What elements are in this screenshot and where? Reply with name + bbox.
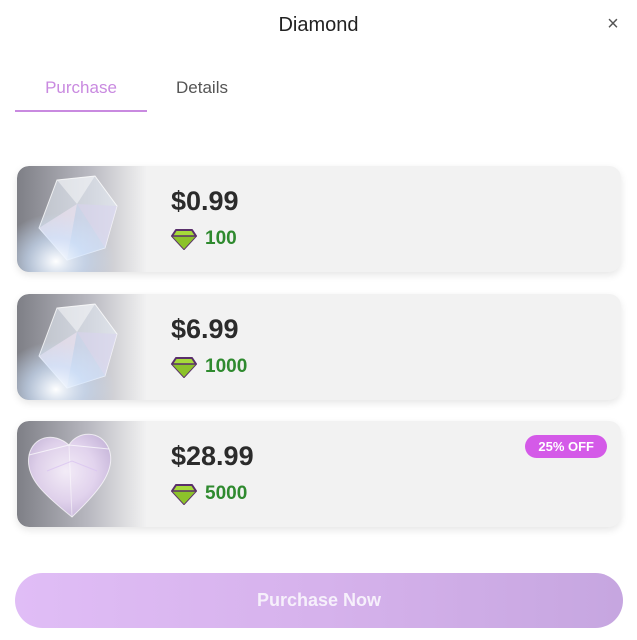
offer-amount-row: 1000 — [171, 354, 247, 380]
close-icon[interactable]: × — [603, 12, 623, 36]
offer-amount: 5000 — [205, 483, 248, 504]
offer-amount-row: 100 — [171, 226, 237, 252]
diamond-icon — [171, 229, 197, 250]
offer-amount-row: 5000 — [171, 481, 247, 507]
diamond-modal: Diamond × Purchase Details $0.99 100 $6.… — [0, 0, 637, 640]
diamond-icon — [171, 357, 197, 378]
crystal-gem-image — [17, 294, 147, 400]
tab-bar: Purchase Details — [15, 70, 257, 112]
offer-price: $6.99 — [171, 314, 239, 344]
tab-details[interactable]: Details — [147, 70, 257, 110]
offer-card-1000[interactable]: $6.99 1000 — [17, 294, 621, 400]
modal-title: Diamond — [278, 14, 359, 36]
heart-crystal-image — [17, 421, 147, 527]
modal-header: Diamond × — [0, 0, 637, 52]
purchase-now-button[interactable]: Purchase Now — [15, 573, 623, 628]
crystal-gem-image — [17, 166, 147, 272]
offer-amount: 100 — [205, 228, 237, 249]
offer-amount: 1000 — [205, 356, 248, 377]
offer-price: $0.99 — [171, 186, 239, 216]
discount-badge: 25% OFF — [525, 435, 607, 458]
offer-card-100[interactable]: $0.99 100 — [17, 166, 621, 272]
offer-price: $28.99 — [171, 441, 254, 471]
diamond-icon — [171, 484, 197, 505]
offer-card-5000[interactable]: $28.99 5000 25% OFF — [17, 421, 621, 527]
tab-purchase[interactable]: Purchase — [15, 70, 147, 112]
